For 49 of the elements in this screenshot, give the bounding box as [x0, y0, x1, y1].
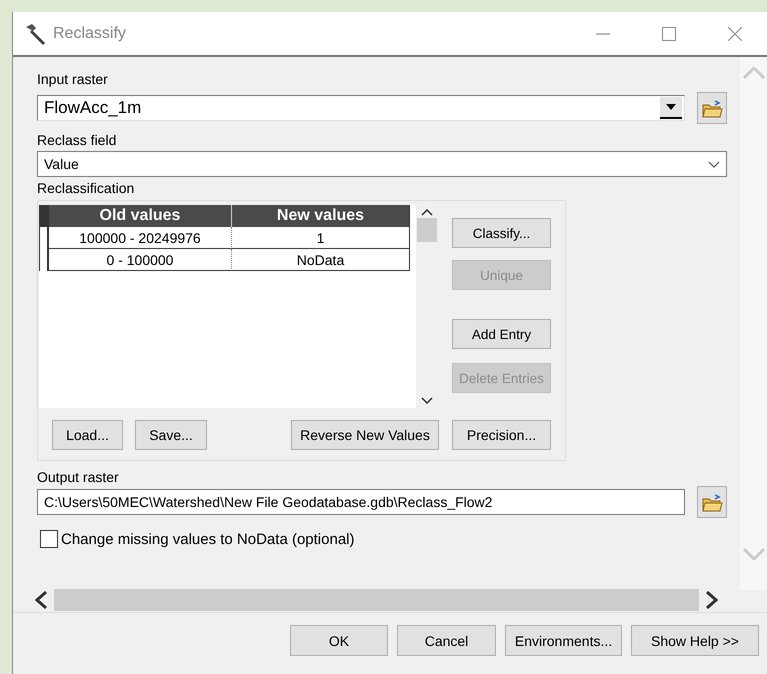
column-header: New values: [232, 205, 410, 227]
scroll-up-icon: [743, 67, 765, 79]
dialog-button[interactable]: OK: [290, 625, 388, 656]
minimize-icon: [596, 32, 610, 34]
row-header: [39, 205, 49, 227]
field-label: Reclass field: [37, 132, 118, 149]
table-cell: NoData: [232, 249, 410, 271]
folder-icon: [702, 492, 722, 512]
scroll-down-icon: [743, 548, 765, 560]
dropdown-value: Value: [44, 156, 80, 172]
field-label: Reclassification: [37, 180, 136, 197]
folder-icon: [702, 98, 722, 118]
checkbox-label: Change missing values to NoData (optional): [61, 530, 354, 548]
scroll-left-icon: [35, 591, 47, 609]
scroll-thumb[interactable]: [417, 218, 437, 242]
window-title: Reclassify: [53, 24, 127, 42]
combo-value: FlowAcc_1m: [44, 98, 142, 118]
scroll-down-icon: [421, 397, 433, 404]
table-cell: 1: [232, 227, 410, 249]
vertical-scrollbar[interactable]: [740, 57, 767, 590]
output-raster-field[interactable]: C:\Users\50MEC\Watershed\New File Geodatabase.gdb\Reclass_Flow2: [37, 489, 685, 515]
table-button[interactable]: Load...: [52, 420, 123, 450]
side-button[interactable]: Add Entry: [452, 319, 551, 349]
close-icon: [728, 26, 742, 40]
row-header[interactable]: [39, 227, 49, 249]
table-button[interactable]: Reverse New Values: [291, 420, 439, 450]
table-cell: 100000 - 20249976: [49, 227, 232, 249]
chevron-down-icon: [708, 160, 720, 168]
input-raster-combo[interactable]: FlowAcc_1m: [37, 95, 685, 121]
reclass-field-dropdown[interactable]: Value: [37, 151, 727, 177]
column-header: Old values: [49, 205, 232, 227]
field-label: Output raster: [37, 469, 120, 486]
checkbox[interactable]: [40, 530, 58, 548]
table-cell: 0 - 100000: [49, 249, 232, 271]
dialog-button[interactable]: Show Help >>: [631, 625, 759, 656]
horizontal-scrollbar[interactable]: [54, 589, 699, 611]
browse-button[interactable]: [697, 486, 727, 518]
side-button[interactable]: Classify...: [452, 218, 551, 248]
dialog-button[interactable]: Environments...: [505, 625, 622, 656]
scroll-right-icon: [706, 591, 718, 609]
caret-icon: [666, 104, 676, 110]
field-label: Input raster: [37, 71, 109, 88]
dropdown-button[interactable]: [660, 97, 682, 119]
dialog-button[interactable]: Cancel: [397, 625, 496, 656]
browse-button[interactable]: [697, 92, 727, 124]
scroll-up-icon: [421, 209, 433, 216]
table-button[interactable]: Save...: [135, 420, 207, 450]
table-button[interactable]: Precision...: [452, 420, 551, 450]
maximize-icon: [662, 26, 676, 40]
